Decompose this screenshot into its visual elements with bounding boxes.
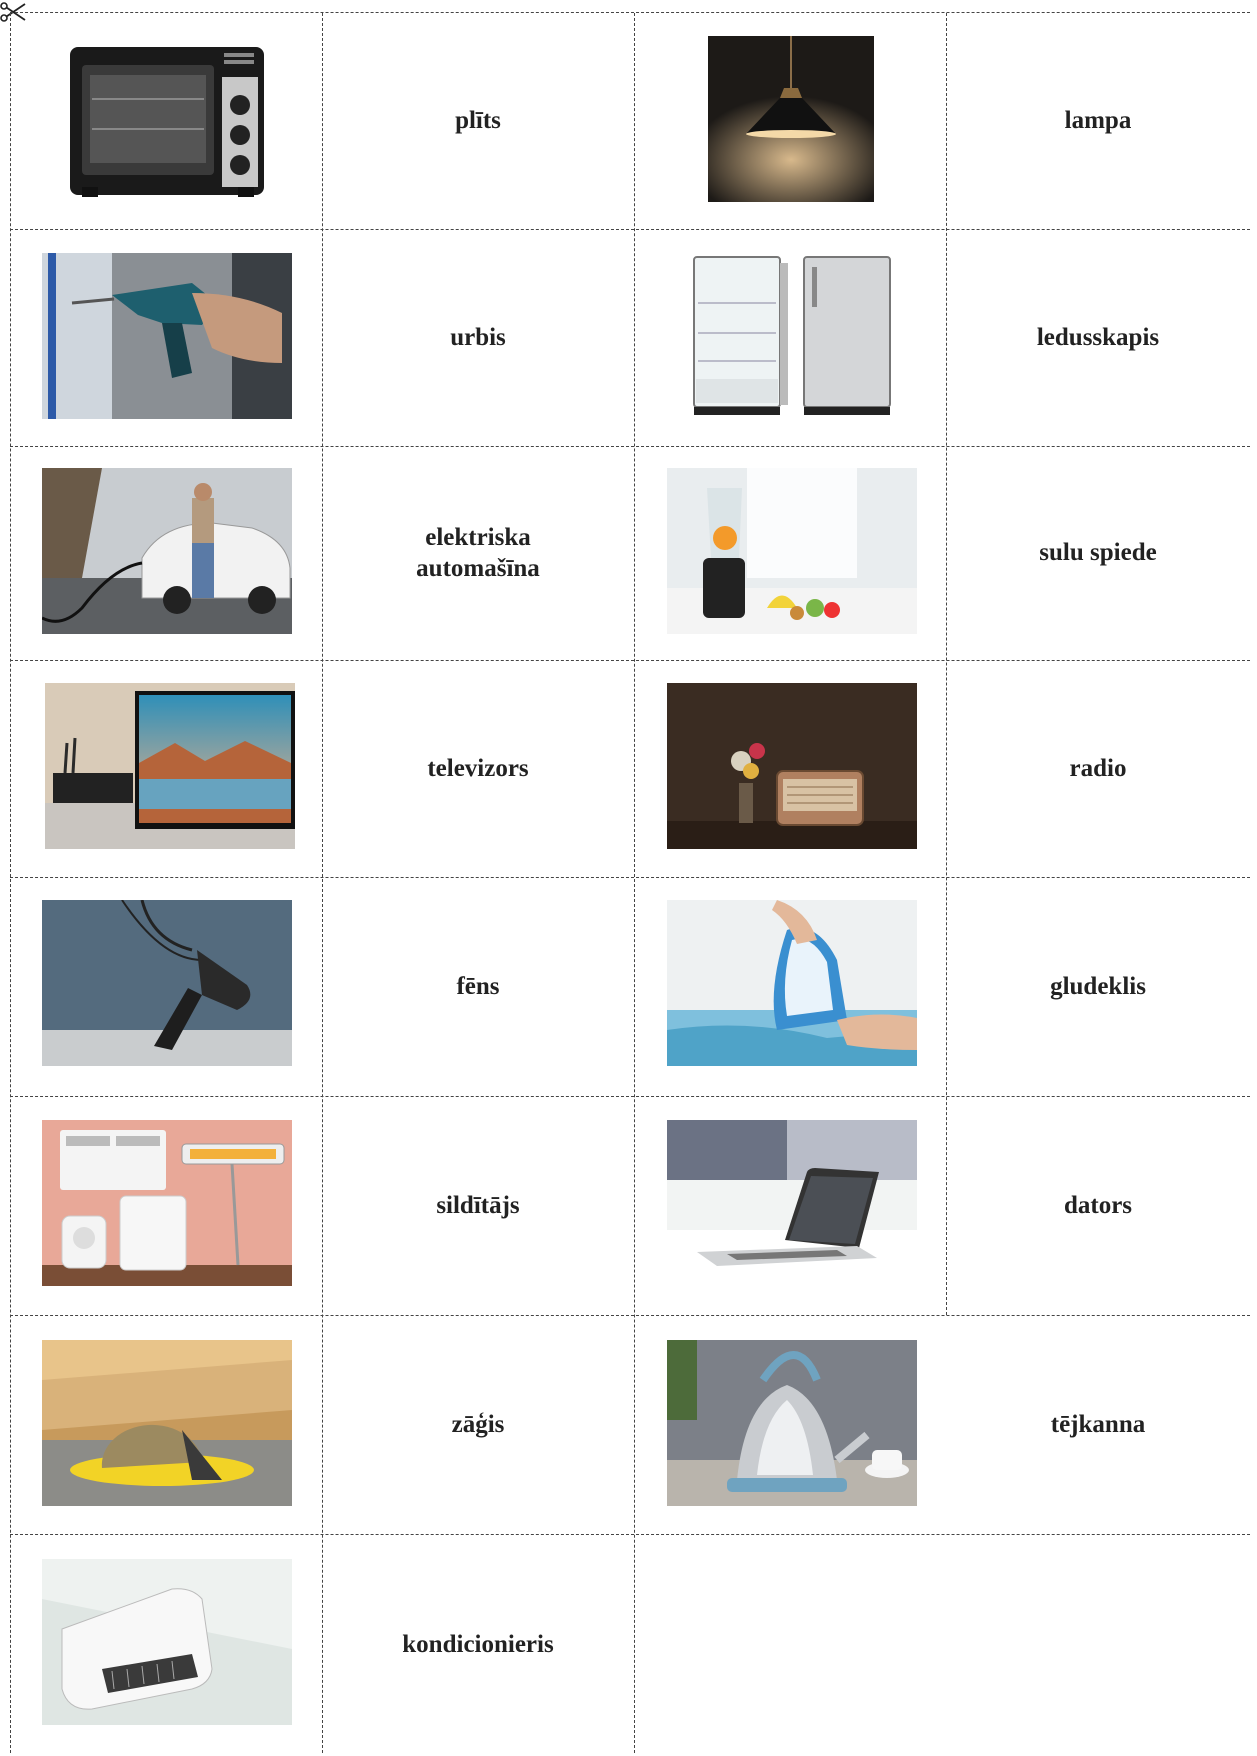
card-label: sulu spiede: [946, 446, 1250, 660]
saw-picture: [42, 1340, 292, 1506]
card-label: televizors: [322, 660, 634, 877]
oven-picture: [42, 37, 292, 203]
card-label-text: lampa: [1064, 106, 1132, 134]
card-label: lampa: [946, 12, 1250, 229]
air-conditioner-picture: [42, 1559, 292, 1725]
card-label-text: gludeklis: [1050, 972, 1146, 1000]
card-label-text: fēns: [456, 972, 500, 1000]
card-label-text: radio: [1069, 754, 1127, 782]
blender-picture: [667, 468, 917, 634]
card-label: fēns: [322, 877, 634, 1096]
laptop-picture: [667, 1120, 917, 1286]
card-label: urbis: [322, 229, 634, 446]
drill-picture: [42, 253, 292, 419]
card-label: ledusskapis: [946, 229, 1250, 446]
card-label: radio: [946, 660, 1250, 877]
card-label-text: ledusskapis: [1036, 323, 1160, 351]
card-label-text: sildītājs: [436, 1191, 520, 1219]
card-label: elektriska automašīna: [322, 446, 634, 660]
tv-picture: [45, 683, 295, 849]
card-label-text: tējkanna: [1050, 1410, 1146, 1438]
card-label: tējkanna: [946, 1315, 1250, 1534]
card-label: gludeklis: [946, 877, 1250, 1096]
heater-picture: [42, 1120, 292, 1286]
electric-car-picture: [42, 468, 292, 634]
radio-picture: [667, 683, 917, 849]
card-label-text: elektriska automašīna: [416, 523, 540, 582]
card-label-text: urbis: [450, 323, 506, 351]
card-label-text: dators: [1063, 1191, 1133, 1219]
iron-picture: [667, 900, 917, 1066]
card-label: kondicionieris: [322, 1534, 634, 1756]
card-label: sildītājs: [322, 1096, 634, 1315]
card-label: dators: [946, 1096, 1250, 1315]
card-label-text: televizors: [427, 754, 529, 782]
hair-dryer-picture: [42, 900, 292, 1066]
card-label: zāģis: [322, 1315, 634, 1534]
lamp-picture: [708, 36, 874, 202]
card-label-text: sulu spiede: [1039, 539, 1157, 567]
kettle-picture: [667, 1340, 917, 1506]
card-label-text: zāģis: [451, 1410, 505, 1438]
card-label: plīts: [322, 12, 634, 229]
fridge-picture: [692, 253, 892, 419]
card-label-text: kondicionieris: [402, 1631, 554, 1659]
card-label-text: plīts: [455, 106, 501, 134]
